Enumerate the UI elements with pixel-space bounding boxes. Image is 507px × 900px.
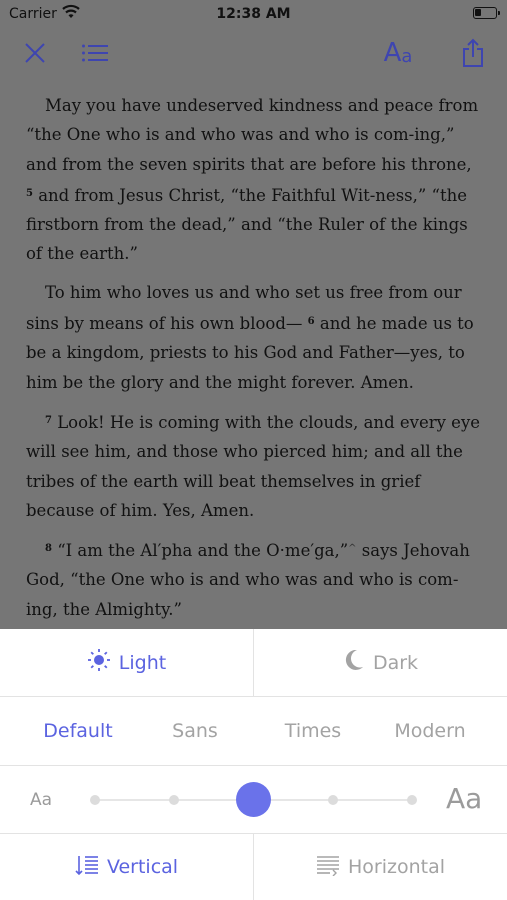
table-of-contents-icon[interactable] [78, 36, 112, 70]
font-row: Default Sans Times Modern [0, 697, 507, 766]
text-size-slider-knob[interactable] [236, 782, 271, 817]
reader-content: May you have undeserved kindness and pea… [0, 78, 507, 629]
text-size-row: Aa Aa [0, 766, 507, 834]
share-icon[interactable] [456, 36, 490, 70]
layout-vertical-label: Vertical [106, 856, 179, 878]
vertical-scroll-icon [75, 854, 99, 881]
paragraph-text: May you have undeserved kindness and pea… [26, 96, 479, 174]
verse-number[interactable]: 6 [308, 316, 315, 327]
verse-number[interactable]: 5 [26, 188, 33, 199]
size-step-dot[interactable] [407, 795, 417, 805]
paragraph-text: and from Jesus Christ, “the Faithful Wit… [26, 185, 468, 264]
layout-vertical-button[interactable]: Vertical [0, 834, 254, 900]
clock: 12:38 AM [216, 6, 291, 22]
status-bar: Carrier 12:38 AM [0, 0, 507, 28]
increase-text-size-label[interactable]: Aa [446, 782, 482, 815]
paragraph: 8 “I am the Al′pha and the O·me′ga,”^ sa… [26, 534, 481, 624]
font-option-sans[interactable]: Sans [132, 697, 258, 765]
layout-row: Vertical Horizontal [0, 834, 507, 900]
decrease-text-size-label[interactable]: Aa [30, 790, 52, 810]
font-option-modern[interactable]: Modern [367, 697, 493, 765]
horizontal-pages-icon [316, 854, 340, 881]
battery-icon [473, 7, 500, 19]
moon-icon [343, 648, 365, 677]
theme-light-label: Light [118, 651, 167, 674]
text-settings-icon[interactable]: Aa [378, 36, 418, 70]
paragraph-text: Look! He is coming with the clouds, and … [26, 412, 481, 520]
reader-toolbar: Aa [0, 28, 507, 78]
close-icon[interactable] [18, 36, 52, 70]
theme-light-button[interactable]: Light [0, 629, 254, 696]
verse-number[interactable]: 7 [45, 415, 52, 426]
theme-dark-label: Dark [372, 651, 419, 674]
font-option-times[interactable]: Times [250, 697, 376, 765]
layout-horizontal-label: Horizontal [347, 856, 445, 878]
text-settings-label-big: A [383, 38, 402, 68]
text-settings-label-small: a [401, 45, 413, 67]
verse-number[interactable]: 8 [45, 543, 52, 554]
theme-dark-button[interactable]: Dark [254, 629, 507, 696]
theme-row: Light Dark [0, 629, 507, 697]
paragraph-text: “I am the Al′pha and the O·me′ga,” [51, 541, 349, 561]
layout-horizontal-button[interactable]: Horizontal [254, 834, 507, 900]
sun-icon [87, 648, 111, 677]
font-option-default[interactable]: Default [15, 697, 141, 765]
paragraph: 7 Look! He is coming with the clouds, an… [26, 406, 481, 525]
size-step-dot[interactable] [328, 795, 338, 805]
size-step-dot[interactable] [169, 795, 179, 805]
footnote-marker[interactable]: ^ [348, 543, 356, 554]
paragraph: To him who loves us and who set us free … [26, 278, 481, 397]
paragraph: May you have undeserved kindness and pea… [26, 91, 481, 269]
size-step-dot[interactable] [90, 795, 100, 805]
text-settings-panel: Light Dark Default Sans Times Modern Aa … [0, 629, 507, 900]
